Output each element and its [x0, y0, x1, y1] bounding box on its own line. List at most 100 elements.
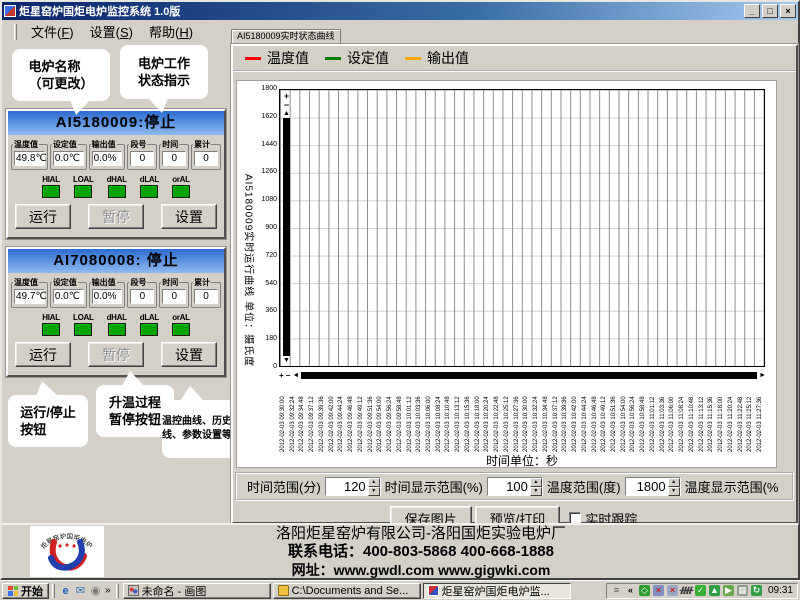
vertical-scrollbar[interactable]: + − ▲ ▼: [280, 92, 293, 364]
device-AI5180009-button-暂停[interactable]: 暂停: [88, 204, 144, 229]
tray-network-error-icon[interactable]: ×: [667, 585, 678, 596]
range-controls: 时间范围(分)120▲▼时间显示范围(%)100▲▼温度范围(度)1800▲▼温…: [235, 472, 794, 501]
device-AI5180009-button-运行[interactable]: 运行: [15, 204, 71, 229]
close-icon[interactable]: ×: [780, 4, 796, 18]
field-温度值: 温度值49.7℃: [11, 282, 48, 308]
x-tick: 2012-02-03 09:39:36: [318, 382, 328, 452]
x-tick: 2012-02-03 10:27:36: [513, 382, 523, 452]
scroll-right-icon[interactable]: ►: [759, 372, 766, 379]
time-display-range-spinbox[interactable]: 100▲▼: [487, 477, 543, 496]
field-value: 0: [130, 151, 154, 166]
quick-launch: e✉◉: [58, 583, 103, 598]
taskbar-grip: [52, 584, 55, 598]
h-zoom-in-icon[interactable]: +: [279, 372, 284, 380]
scroll-up-icon[interactable]: ▲: [283, 110, 290, 117]
spin-down-icon[interactable]: ▼: [530, 487, 542, 496]
legend-label: 温度值: [267, 48, 309, 68]
x-axis-ticks: 2012-02-03 09:30:002012-02-03 09:32:2420…: [279, 382, 766, 452]
minimize-icon[interactable]: _: [744, 4, 760, 18]
alarm-led-icon: [74, 323, 92, 336]
x-tick: 2012-02-03 11:20:24: [727, 382, 737, 452]
alarm-LOAL: LOAL: [73, 313, 94, 336]
task-button[interactable]: 未命名 - 画图: [123, 583, 271, 599]
zoom-out-icon[interactable]: −: [284, 101, 289, 110]
temp-display-range-label: 温度显示范围(%: [685, 477, 779, 496]
menu-item-F[interactable]: 文件(F): [23, 20, 82, 43]
x-tick: 2012-02-03 10:03:36: [415, 382, 425, 452]
mail-icon[interactable]: ✉: [73, 583, 88, 598]
device-AI7080008-button-设置[interactable]: 设置: [161, 342, 217, 367]
ie-icon[interactable]: e: [58, 583, 73, 598]
temp-range-spinbox[interactable]: 1800▲▼: [625, 477, 681, 496]
tray-ok-icon[interactable]: ✓: [695, 585, 706, 596]
h-zoom-out-icon[interactable]: −: [286, 372, 291, 380]
device-AI7080008-button-暂停[interactable]: 暂停: [88, 342, 144, 367]
spin-buttons: ▲▼: [530, 478, 542, 495]
device-AI7080008-button-运行[interactable]: 运行: [15, 342, 71, 367]
spin-down-icon[interactable]: ▼: [368, 487, 380, 496]
callout-tail: [122, 371, 144, 386]
x-tick: 2012-02-03 09:56:24: [386, 382, 396, 452]
tray-play-icon[interactable]: ▶: [723, 585, 734, 596]
tray-update-icon[interactable]: ↻: [751, 585, 762, 596]
menu-item-H[interactable]: 帮助(H): [141, 20, 201, 43]
task-button[interactable]: C:\Documents and Se...: [273, 583, 421, 599]
alarm-label: dHAL: [107, 175, 127, 184]
scroll-left-icon[interactable]: ◄: [292, 372, 299, 379]
spin-up-icon[interactable]: ▲: [368, 478, 380, 487]
start-button[interactable]: 开始: [2, 583, 49, 599]
company-logo: 炬星窑炉国炬电炉: [30, 526, 104, 577]
field-设定值: 设定值0.0℃: [50, 282, 87, 308]
alarm-label: orAL: [172, 175, 189, 184]
scroll-down-icon[interactable]: ▼: [283, 357, 290, 364]
x-tick: 2012-02-03 11:01:12: [649, 382, 659, 452]
tab-realtime-curve[interactable]: AI5180009实时状态曲线: [231, 29, 341, 44]
field-label: 段号: [129, 139, 147, 150]
contact-phone: 联系电话：400-803-5868 400-668-1888: [104, 543, 738, 561]
legend-dash-icon: [405, 57, 421, 60]
spin-buttons: ▲▼: [668, 478, 680, 495]
tray-signal-icon[interactable]: ᚎ: [681, 585, 692, 596]
horizontal-scrollbar-thumb[interactable]: [301, 372, 757, 379]
tray-green-swirl-icon[interactable]: ◇: [639, 585, 650, 596]
alarm-label: LOAL: [73, 313, 94, 322]
tray-device-error-icon[interactable]: ×: [653, 585, 664, 596]
plot-area: + − ▲ ▼: [279, 89, 765, 367]
callout-furnace-name: 电炉名称 （可更改）: [12, 49, 110, 101]
x-tick: 2012-02-03 11:08:24: [678, 382, 688, 452]
task-button[interactable]: 炬星窑炉国炬电炉监...: [423, 583, 571, 599]
menu-accesskey: S: [120, 25, 129, 40]
x-tick: 2012-02-03 11:22:48: [737, 382, 747, 452]
callout-run-stop-text: 运行/停止 按钮: [20, 404, 76, 438]
menu-text: 文件(: [31, 25, 61, 40]
field-label: 累计: [193, 139, 211, 150]
y-tick: 1800: [261, 85, 277, 92]
menu-item-S[interactable]: 设置(S): [82, 20, 141, 43]
spin-buttons: ▲▼: [368, 478, 380, 495]
x-tick: 2012-02-03 10:51:36: [610, 382, 620, 452]
time-range-spinbox[interactable]: 120▲▼: [325, 477, 381, 496]
restore-icon[interactable]: □: [762, 4, 778, 18]
field-value: 49.8℃: [14, 151, 45, 166]
tray-shield-icon[interactable]: ▲: [709, 585, 720, 596]
alarm-indicators: HIALLOALdHALdLALorAL: [8, 175, 224, 198]
alarm-dHAL: dHAL: [107, 313, 127, 336]
field-value: 0: [194, 289, 218, 304]
chevron-right-icon[interactable]: »: [105, 585, 111, 596]
field-label: 输出值: [91, 139, 117, 150]
tray-chevron-icon[interactable]: «: [625, 585, 636, 596]
vertical-scrollbar-thumb[interactable]: [283, 118, 290, 356]
spin-down-icon[interactable]: ▼: [668, 487, 680, 496]
device-fields: 温度值49.8℃设定值0.0℃输出值0.0%段号0时间0累计0: [8, 135, 224, 170]
tray-msg-icon[interactable]: ▦: [737, 585, 748, 596]
media-icon[interactable]: ◉: [88, 583, 103, 598]
tray-doc-icon[interactable]: ≡: [611, 585, 622, 596]
menu-text: 设置(: [90, 25, 120, 40]
horizontal-scrollbar[interactable]: + − ◄ ►: [279, 371, 766, 380]
spin-up-icon[interactable]: ▲: [530, 478, 542, 487]
taskbar-clock: 09:31: [768, 585, 793, 596]
device-AI5180009-button-设置[interactable]: 设置: [161, 204, 217, 229]
field-时间: 时间0: [159, 144, 189, 170]
y-tick: 180: [265, 335, 277, 342]
spin-up-icon[interactable]: ▲: [668, 478, 680, 487]
